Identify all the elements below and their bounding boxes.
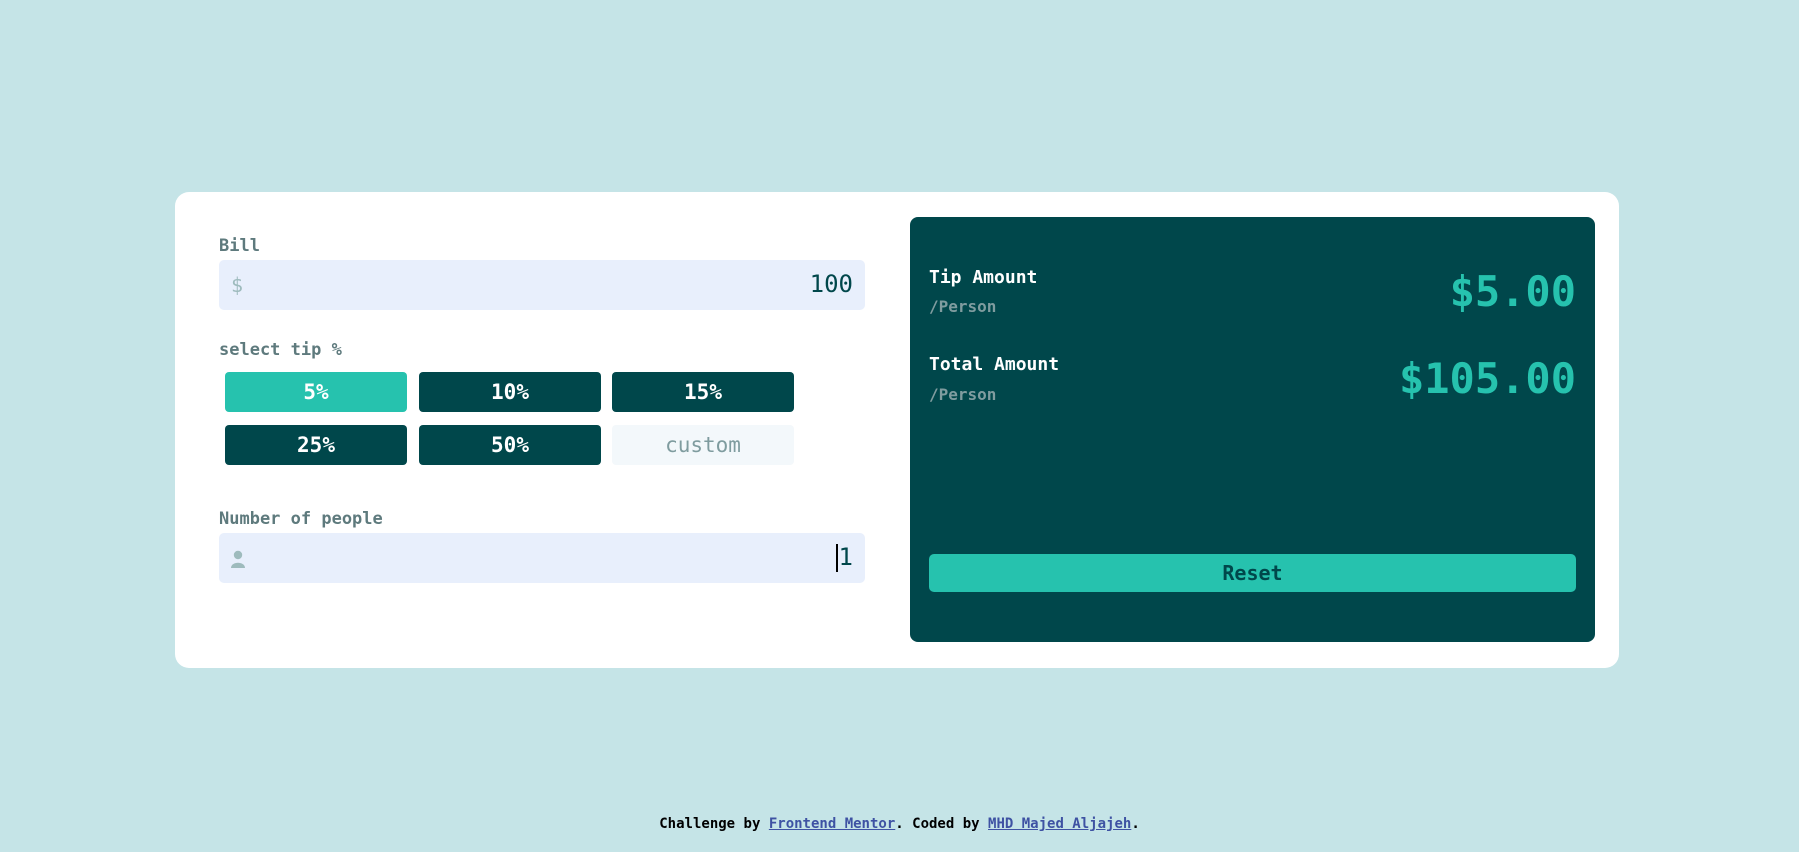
total-amount-title: Total Amount bbox=[929, 354, 1060, 375]
calculator-card: Bill $ 100 select tip % 5% 10% 15% 25% 5… bbox=[175, 192, 1619, 668]
footer-prefix: Challenge by bbox=[659, 816, 761, 832]
text-caret bbox=[835, 544, 838, 572]
tip-button-10[interactable]: 10% bbox=[419, 372, 601, 412]
tip-label: select tip % bbox=[219, 340, 342, 360]
total-amount-sub: /Person bbox=[929, 385, 997, 404]
people-value: 1 bbox=[838, 543, 853, 571]
bill-input[interactable]: $ 100 bbox=[219, 260, 865, 310]
footer-suffix: . bbox=[1131, 816, 1140, 832]
bill-value: 100 bbox=[809, 270, 853, 298]
tip-button-50[interactable]: 50% bbox=[419, 425, 601, 465]
dollar-icon: $ bbox=[231, 273, 244, 297]
bill-label: Bill bbox=[219, 236, 260, 256]
tip-amount-sub: /Person bbox=[929, 297, 997, 316]
reset-button[interactable]: Reset bbox=[929, 554, 1576, 592]
people-label: Number of people bbox=[219, 509, 383, 529]
author-link[interactable]: MHD Majed Aljajeh bbox=[988, 816, 1131, 832]
frontend-mentor-link[interactable]: Frontend Mentor bbox=[769, 816, 895, 832]
tip-button-15[interactable]: 15% bbox=[612, 372, 794, 412]
total-amount-value: $105.00 bbox=[1398, 354, 1576, 403]
footer: Challenge by Frontend Mentor. Coded by M… bbox=[0, 816, 1799, 832]
tip-amount-value: $5.00 bbox=[1449, 267, 1576, 316]
tip-amount-title: Tip Amount bbox=[929, 267, 1038, 288]
custom-tip-input[interactable]: custom bbox=[612, 425, 794, 465]
tip-button-25[interactable]: 25% bbox=[225, 425, 407, 465]
person-icon bbox=[231, 549, 245, 573]
results-panel: Tip Amount /Person $5.00 Total Amount /P… bbox=[910, 217, 1595, 642]
tip-button-5[interactable]: 5% bbox=[225, 372, 407, 412]
footer-middle: . Coded by bbox=[895, 816, 980, 832]
people-input[interactable]: 1 bbox=[219, 533, 865, 583]
